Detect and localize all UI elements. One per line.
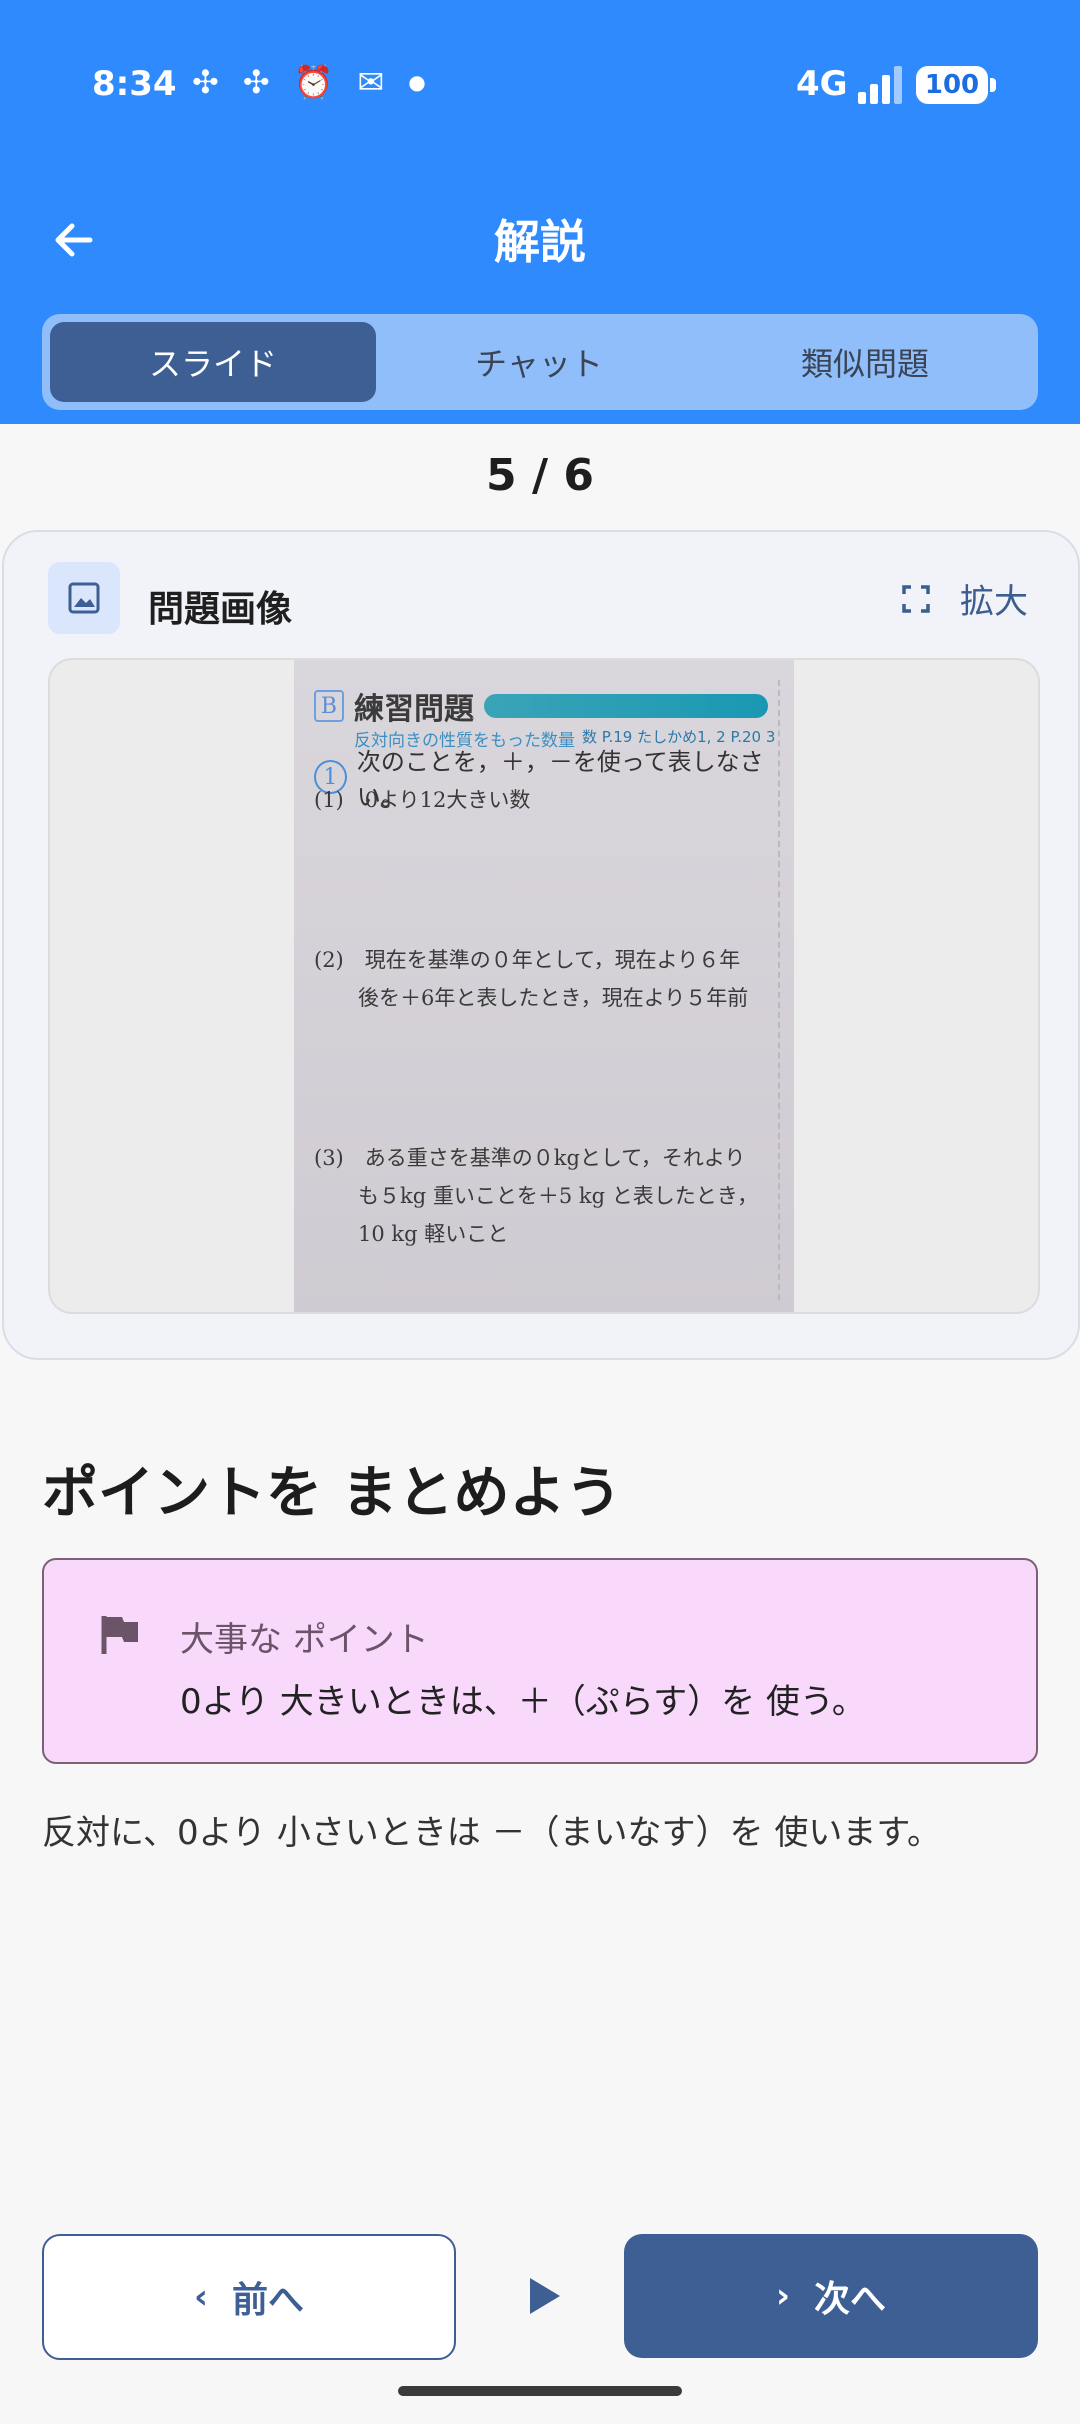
app-header: 8:34 ✣ ✣ ⏰ ✉ ● 4G 100 解説 スライド チャット 類似問題 [0, 0, 1080, 424]
expand-label: 拡大 [960, 582, 1028, 622]
slack-icon: ✣ [242, 63, 270, 101]
problem-photo: B 練習問題 反対向きの性質をもった数量 数 P.19 たしかめ1, 2 P.2… [294, 660, 794, 1312]
fullscreen-icon [902, 584, 930, 613]
card-title: 問題画像 [148, 589, 293, 630]
tab-bar: スライド チャット 類似問題 [42, 314, 1038, 410]
photo-badge: B [314, 690, 344, 722]
tab-chat[interactable]: チャット [376, 322, 702, 402]
photo-heading-bar [484, 694, 768, 718]
play-button[interactable] [512, 2260, 576, 2332]
home-indicator[interactable] [398, 2386, 682, 2396]
battery-icon: 100 [916, 66, 996, 104]
gmail-icon: ✉ [357, 63, 385, 101]
status-time: 8:34 [92, 64, 177, 104]
play-icon [530, 2278, 560, 2314]
expand-button[interactable]: 拡大 [900, 574, 1028, 623]
flag-icon [101, 1616, 138, 1654]
key-point-label: 大事な ポイント [180, 1620, 429, 1660]
photo-heading: B 練習問題 [314, 684, 768, 728]
prev-button[interactable]: ‹ 前へ [42, 2234, 456, 2360]
page-title: 解説 [494, 215, 586, 269]
notification-icons: ✣ ✣ ⏰ ✉ ● [192, 66, 426, 98]
slide-counter: 5 / 6 [486, 450, 594, 501]
photo-item: (1) 0より12大きい数 [314, 788, 531, 812]
photo-item: (3) ある重さを基準の０kgとして，それより [314, 1146, 746, 1170]
problem-image-card: 問題画像 拡大 B 練習問題 反対向きの性質をもった数量 数 P.19 たしかめ… [2, 530, 1080, 1360]
explanation-text: 反対に、0より 小さいときは －（まいなす）を 使います。 [42, 1813, 941, 1853]
chevron-right-icon: › [775, 2276, 790, 2316]
key-point-box: 大事な ポイント 0より 大きいときは、＋（ぷらす）を 使う。 [42, 1558, 1038, 1764]
tab-slides[interactable]: スライド [50, 322, 376, 402]
alarm-icon: ⏰ [293, 63, 334, 101]
tab-similar-problems[interactable]: 類似問題 [702, 322, 1028, 402]
key-point-text: 0より 大きいときは、＋（ぷらす）を 使う。 [180, 1682, 866, 1722]
section-title: ポイントを まとめよう [42, 1461, 622, 1526]
dot-icon: ● [408, 70, 426, 94]
signal-icon [858, 66, 902, 104]
chevron-left-icon: ‹ [193, 2277, 208, 2317]
title-row: 解説 [0, 200, 1080, 280]
network-label: 4G [796, 64, 848, 104]
photo-title: 練習問題 [354, 692, 474, 727]
next-label: 次へ [814, 2279, 887, 2320]
slack-icon: ✣ [192, 63, 219, 101]
photo-item: 後を＋6年と表したとき，現在より５年前 [358, 986, 749, 1010]
prev-label: 前へ [232, 2280, 305, 2321]
status-bar: 8:34 ✣ ✣ ⏰ ✉ ● 4G 100 [0, 56, 1080, 120]
photo-item: も５kg 重いことを＋5 kg と表したとき， [358, 1184, 759, 1208]
problem-image[interactable]: B 練習問題 反対向きの性質をもった数量 数 P.19 たしかめ1, 2 P.2… [48, 658, 1040, 1314]
photo-item: 10 kg 軽いこと [358, 1222, 509, 1246]
image-icon [48, 562, 120, 634]
photo-item: (2) 現在を基準の０年として，現在より６年 [314, 948, 741, 972]
next-button[interactable]: › 次へ [624, 2234, 1038, 2358]
